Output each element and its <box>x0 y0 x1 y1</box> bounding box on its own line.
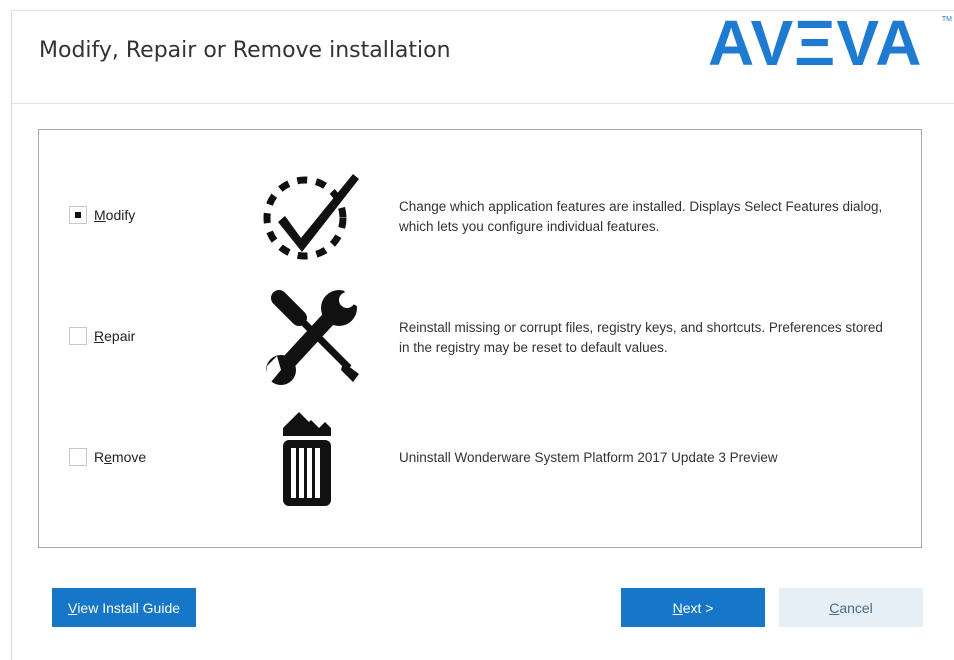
modify-label[interactable]: Modify <box>94 207 135 223</box>
cancel-button[interactable]: Cancel <box>779 588 923 627</box>
cancel-label: ancel <box>839 599 873 616</box>
cancel-mnemonic: C <box>829 599 840 616</box>
remove-label[interactable]: Remove <box>94 449 146 465</box>
window-left-border <box>11 10 12 660</box>
remove-label-pre: R <box>94 449 105 465</box>
logo-wordmark: AVΞVA <box>708 14 923 76</box>
view-install-guide-button[interactable]: View Install Guide <box>52 588 196 627</box>
install-options-panel: Modify Change which application features… <box>38 129 922 548</box>
page-title: Modify, Repair or Remove installation <box>39 38 451 63</box>
modify-label-mnemonic: M <box>94 207 106 223</box>
logo-trademark: TM <box>941 16 952 23</box>
aveva-logo: AVΞVA TM <box>708 14 954 76</box>
remove-description: Uninstall Wonderware System Platform 201… <box>399 450 778 465</box>
repair-description: Reinstall missing or corrupt files, regi… <box>399 320 883 355</box>
trash-can-icon <box>283 412 331 506</box>
modify-checkbox[interactable] <box>69 206 87 224</box>
next-label: ext > <box>682 599 714 616</box>
repair-label[interactable]: Repair <box>94 328 135 344</box>
wrench-screwdriver-icon <box>265 290 361 385</box>
remove-label-text: move <box>111 449 147 465</box>
repair-label-mnemonic: R <box>94 328 105 344</box>
modify-description: Change which application features are in… <box>399 199 883 234</box>
guide-label: iew Install Guide <box>77 599 181 616</box>
next-button[interactable]: Next > <box>621 588 765 627</box>
remove-label-mnemonic: e <box>104 449 112 465</box>
repair-label-text: epair <box>104 328 136 344</box>
remove-checkbox[interactable] <box>69 448 87 466</box>
modify-label-text: odify <box>105 207 136 223</box>
guide-mnemonic: V <box>67 599 78 616</box>
repair-checkbox[interactable] <box>69 327 87 345</box>
next-mnemonic: N <box>672 599 683 616</box>
dashed-circle-checkmark-icon <box>263 174 359 260</box>
